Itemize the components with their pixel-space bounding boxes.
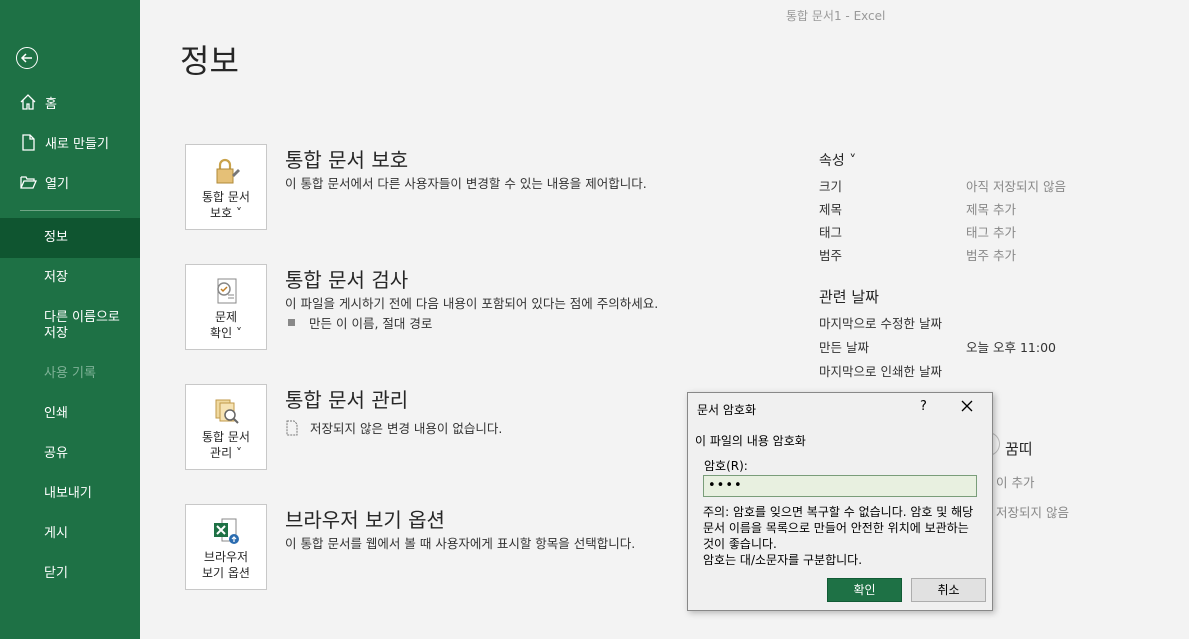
sidebar-item-label: 저장: [44, 270, 68, 285]
back-arrow-icon[interactable]: [16, 47, 38, 69]
sidebar-item-home[interactable]: 홈: [0, 84, 140, 120]
ok-button[interactable]: 확인: [827, 578, 902, 602]
sub-item-text: 만든 이 이름, 절대 경로: [309, 316, 433, 331]
tile-label: 브라우저 보기 옵션: [202, 550, 250, 580]
encrypt-document-dialog: 문서 암호화 ? 이 파일의 내용 암호화 암호(R): •••• 주의: 암호…: [687, 392, 993, 611]
new-file-icon: [19, 133, 37, 151]
open-folder-icon: [19, 173, 37, 191]
lock-icon: [216, 158, 240, 184]
tile-label: 통합 문서 보호 ˅: [202, 190, 250, 220]
warning-text: 주의: 암호를 잊으면 복구할 수 없습니다. 암호 및 해당 문서 이름을 목…: [703, 505, 974, 551]
property-label-category: 범주: [819, 248, 843, 263]
sidebar-item-info[interactable]: 정보: [0, 218, 140, 258]
property-value-title[interactable]: 제목 추가: [966, 199, 1016, 218]
section-description: 이 통합 문서를 웹에서 볼 때 사용자에게 표시할 항목을 선택합니다.: [285, 536, 636, 551]
date-label-modified: 마지막으로 수정한 날짜: [819, 316, 942, 331]
sidebar-item-open[interactable]: 열기: [0, 164, 140, 200]
tile-label: 문제 확인 ˅: [210, 310, 242, 340]
property-label-tags: 태그: [819, 225, 843, 240]
password-label: 암호(R):: [704, 459, 748, 473]
cancel-button[interactable]: 취소: [911, 578, 986, 602]
date-value-created: 오늘 오후 11:00: [966, 340, 1056, 355]
bullet-icon: [288, 319, 295, 326]
sidebar-item-close[interactable]: 닫기: [0, 554, 140, 594]
sidebar-item-label: 새로 만들기: [45, 136, 109, 152]
manage-sub-item: 저장되지 않은 변경 내용이 없습니다.: [285, 418, 502, 437]
property-value-tags[interactable]: 태그 추가: [966, 222, 1016, 241]
sidebar-item-label: 닫기: [44, 566, 68, 581]
add-author-link[interactable]: 이 추가: [996, 472, 1034, 491]
home-icon: [19, 93, 37, 111]
property-label-title: 제목: [819, 202, 843, 217]
properties-dropdown[interactable]: 속성 ˅: [819, 150, 856, 170]
sidebar-divider: [20, 210, 120, 211]
section-title: 브라우저 보기 옵션: [285, 508, 445, 532]
browser-view-options-button[interactable]: 브라우저 보기 옵션: [185, 504, 267, 590]
dialog-heading: 이 파일의 내용 암호화: [695, 434, 806, 448]
case-note-text: 암호는 대/소문자를 구분합니다.: [703, 553, 863, 567]
section-title: 통합 문서 보호: [285, 148, 409, 172]
date-label-created: 만든 날짜: [819, 340, 869, 355]
section-description: 이 통합 문서에서 다른 사용자들이 변경할 수 있는 내용을 제어합니다.: [285, 176, 647, 191]
window-title: 통합 문서1 - Excel: [786, 9, 886, 23]
author-name: 꿈띠: [1005, 440, 1033, 458]
sidebar-item-publish[interactable]: 게시: [0, 514, 140, 554]
check-issues-button[interactable]: 문제 확인 ˅: [185, 264, 267, 350]
sidebar-item-save-as[interactable]: 다른 이름으로 저장: [0, 301, 140, 351]
property-value-category[interactable]: 범주 추가: [966, 245, 1016, 264]
document-icon: [286, 420, 298, 435]
inspect-document-icon: [217, 278, 237, 304]
sidebar-item-label: 공유: [44, 446, 68, 461]
sidebar-item-label: 사용 기록: [44, 366, 96, 381]
help-button[interactable]: ?: [920, 399, 927, 414]
close-icon[interactable]: [960, 399, 974, 413]
sidebar-item-label: 다른 이름으로 저장: [44, 310, 120, 341]
manage-workbook-button[interactable]: 통합 문서 관리 ˅: [185, 384, 267, 470]
section-description: 이 파일을 게시하기 전에 다음 내용이 포함되어 있다는 점에 주의하세요.: [285, 296, 659, 311]
last-modified-by-value: 저장되지 않음: [996, 505, 1069, 520]
sidebar-item-label: 인쇄: [44, 406, 68, 421]
sidebar-item-label: 홈: [45, 96, 57, 112]
protect-workbook-button[interactable]: 통합 문서 보호 ˅: [185, 144, 267, 230]
password-input[interactable]: ••••: [703, 475, 977, 497]
date-label-printed: 마지막으로 인쇄한 날짜: [819, 364, 942, 379]
sidebar-item-share[interactable]: 공유: [0, 434, 140, 474]
section-title: 통합 문서 관리: [285, 388, 409, 412]
backstage-sidebar: 홈 새로 만들기 열기 정보 저장 다른 이름으로 저장 사용 기록 인쇄 공유…: [0, 0, 140, 639]
excel-browser-icon: [214, 518, 239, 544]
sidebar-item-export[interactable]: 내보내기: [0, 474, 140, 514]
sidebar-item-save[interactable]: 저장: [0, 258, 140, 298]
section-title: 통합 문서 검사: [285, 268, 409, 292]
related-dates-heading: 관련 날짜: [819, 288, 879, 306]
sidebar-item-label: 정보: [44, 230, 68, 245]
sidebar-item-print[interactable]: 인쇄: [0, 394, 140, 434]
sidebar-item-history: 사용 기록: [0, 354, 140, 394]
sidebar-item-label: 열기: [45, 176, 69, 192]
property-value-size: 아직 저장되지 않음: [966, 179, 1066, 194]
dialog-warning: 주의: 암호를 잊으면 복구할 수 없습니다. 암호 및 해당 문서 이름을 목…: [703, 504, 983, 568]
dialog-title: 문서 암호화: [697, 403, 757, 417]
page-title: 정보: [180, 42, 239, 80]
sub-item-text: 저장되지 않은 변경 내용이 없습니다.: [310, 421, 503, 436]
sidebar-item-new[interactable]: 새로 만들기: [0, 124, 140, 160]
sidebar-item-label: 게시: [44, 526, 68, 541]
tile-label: 통합 문서 관리 ˅: [202, 430, 250, 460]
manage-documents-icon: [215, 399, 239, 424]
sidebar-item-label: 내보내기: [44, 486, 92, 501]
property-label-size: 크기: [819, 179, 843, 194]
inspect-sub-item: 만든 이 이름, 절대 경로: [288, 313, 432, 332]
